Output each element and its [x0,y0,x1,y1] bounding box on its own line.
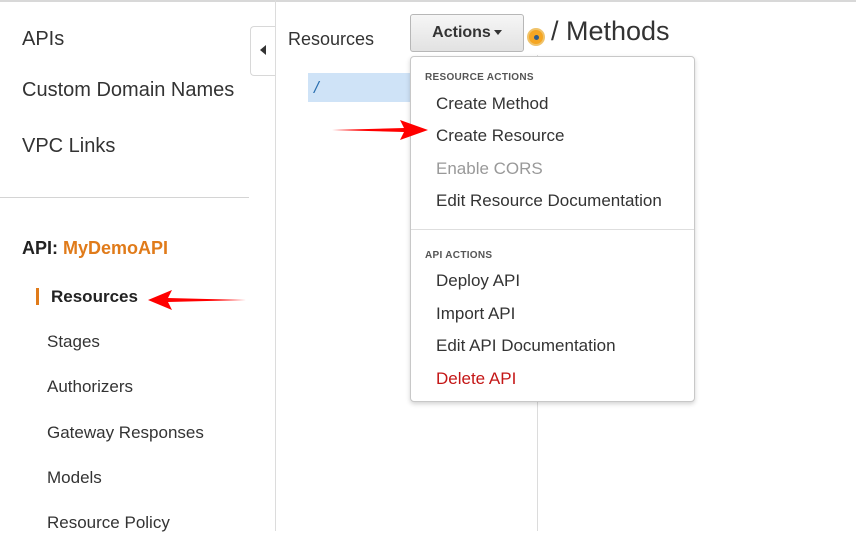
left-sidebar: APIs Custom Domain Names VPC Links API: … [0,0,276,533]
menu-item-delete-api[interactable]: Delete API [436,369,516,389]
menu-item-create-resource[interactable]: Create Resource [436,126,565,146]
active-indicator [36,288,39,305]
sidebar-item-gateway-responses[interactable]: Gateway Responses [47,423,204,443]
red-arrow-icon [332,120,428,140]
menu-item-import-api[interactable]: Import API [436,304,515,324]
menu-item-edit-api-documentation[interactable]: Edit API Documentation [436,336,616,356]
api-actions-header: API ACTIONS [425,250,493,261]
red-arrow-icon [148,290,246,310]
api-heading: API: MyDemoAPI [22,238,168,259]
collapse-left-icon [260,45,266,55]
resource-actions-header: RESOURCE ACTIONS [425,72,534,83]
api-prefix: API: [22,238,58,258]
sidebar-item-resources[interactable]: Resources [51,287,138,307]
menu-item-create-method[interactable]: Create Method [436,94,548,114]
menu-item-enable-cors: Enable CORS [436,159,543,178]
chevron-down-icon [493,30,502,36]
api-name-link[interactable]: MyDemoAPI [63,238,168,258]
menu-divider [411,229,694,230]
actions-dropdown-button[interactable]: Actions [410,14,524,52]
status-dot-icon [527,28,545,46]
sidebar-divider [0,197,249,198]
menu-item-edit-resource-documentation[interactable]: Edit Resource Documentation [436,191,662,211]
actions-menu: RESOURCE ACTIONS Create Method Create Re… [410,56,695,402]
sidebar-item-models[interactable]: Models [47,468,102,488]
sidebar-item-resource-policy[interactable]: Resource Policy [47,513,170,533]
sidebar-item-custom-domain-names[interactable]: Custom Domain Names [22,79,234,102]
sidebar-item-vpc-links[interactable]: VPC Links [22,135,115,158]
sidebar-item-stages[interactable]: Stages [47,332,100,352]
page-title: / Methods [551,16,670,46]
collapse-sidebar-button[interactable] [250,26,275,76]
sidebar-item-authorizers[interactable]: Authorizers [47,377,133,397]
resource-tree-root[interactable]: / [314,78,319,98]
resource-tree-row-selected[interactable] [308,73,413,102]
actions-label: Actions [432,24,491,41]
resources-panel-title: Resources [288,29,375,49]
sidebar-item-apis[interactable]: APIs [22,28,64,51]
menu-item-deploy-api[interactable]: Deploy API [436,271,520,291]
